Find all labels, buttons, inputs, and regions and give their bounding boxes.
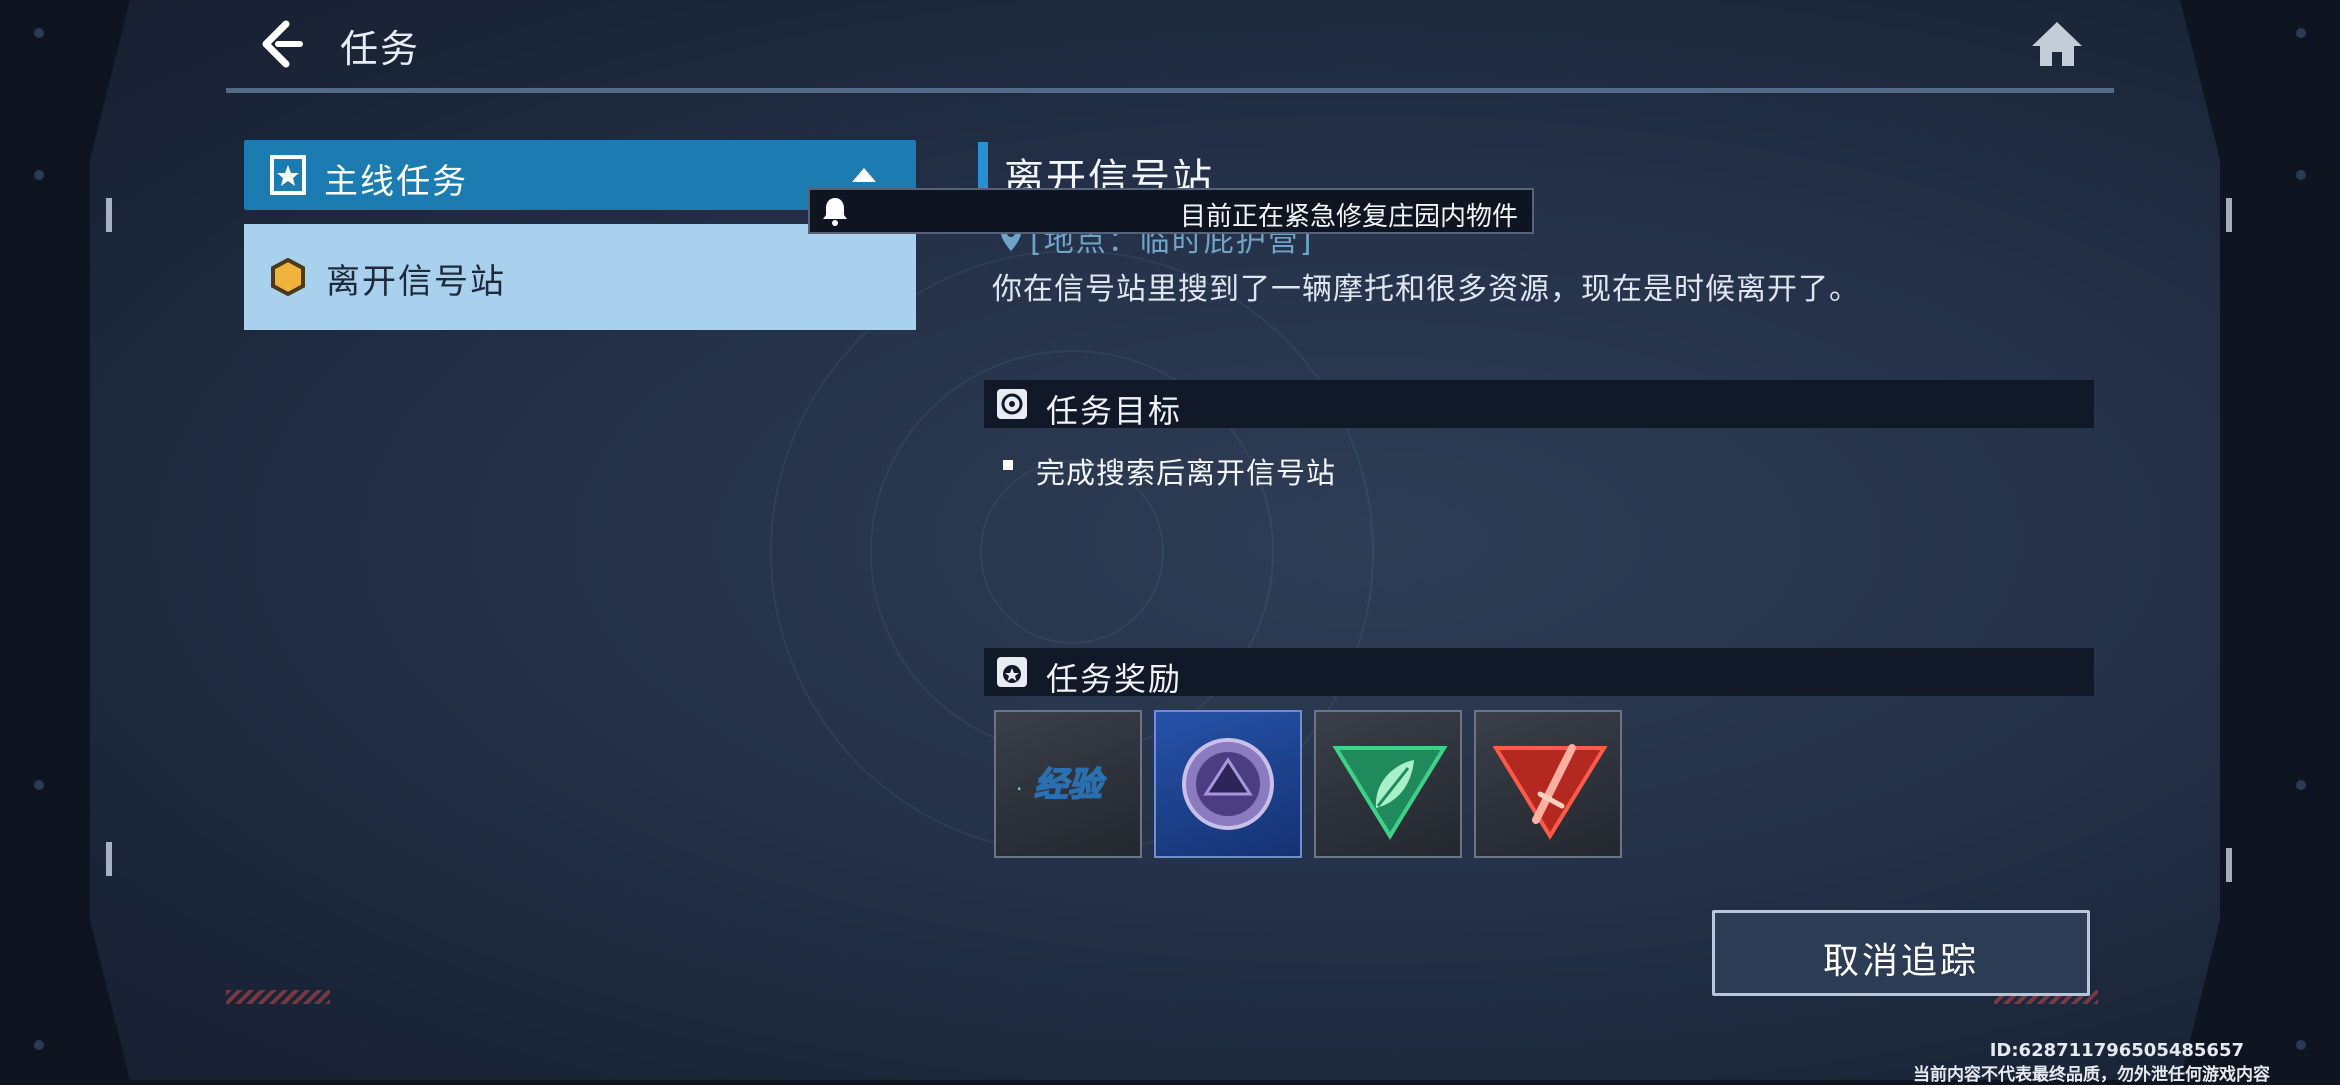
decorative-stripes (226, 990, 330, 1004)
frame-tick (106, 842, 112, 876)
frame-dot (2296, 28, 2306, 38)
medal-icon (996, 656, 1028, 688)
frame-dot (34, 1040, 44, 1050)
header-divider (226, 88, 2114, 93)
target-icon (996, 388, 1028, 420)
frame-dot (2296, 170, 2306, 180)
page-title: 任务 (340, 27, 421, 71)
home-icon[interactable] (2030, 18, 2084, 70)
frame-tick (106, 198, 112, 232)
reward-item-sword[interactable] (1474, 710, 1622, 858)
red-sword-triangle-icon (1492, 744, 1608, 840)
svg-text:·: · (1016, 777, 1022, 801)
top-bar: 任务 (226, 0, 2114, 96)
watermark-note: 当前内容不代表最终品质，勿外泄任何游戏内容 (1913, 1065, 2270, 1085)
exp-icon: 经验 · (1016, 764, 1108, 806)
quest-category-label: 主线任务 (324, 162, 468, 202)
bookmark-star-icon (270, 155, 306, 195)
quest-description: 你在信号站里搜到了一辆摩托和很多资源，现在是时候离开了。 (992, 272, 1860, 307)
cancel-tracking-button[interactable]: 取消追踪 (1712, 910, 2090, 996)
frame-dot (2296, 1040, 2306, 1050)
rewards-section-header: 任务奖励 (984, 648, 2094, 698)
reward-item-exp[interactable]: 经验 · (994, 710, 1142, 858)
frame-dot (2296, 780, 2306, 790)
rewards-section-label: 任务奖励 (1046, 660, 1183, 698)
purple-coin-icon (1182, 738, 1274, 830)
cancel-tracking-label: 取消追踪 (1822, 941, 1979, 982)
frame-tick (2226, 848, 2232, 882)
frame-tick (2226, 198, 2232, 232)
svg-text:经验: 经验 (1034, 765, 1107, 805)
notification-text: 目前正在紧急修复庄园内物件 (1180, 202, 1519, 232)
objectives-section-label: 任务目标 (1046, 392, 1183, 430)
objective-item: 完成搜索后离开信号站 (1036, 456, 1337, 490)
objective-bullet (1003, 460, 1013, 470)
watermark-id: ID:628711796505485657 (1989, 1040, 2244, 1061)
frame-dot (34, 780, 44, 790)
frame-dot (34, 170, 44, 180)
notification-banner: 目前正在紧急修复庄园内物件 (808, 188, 1534, 234)
collapse-arrow-icon[interactable] (852, 168, 876, 182)
quest-item-label: 离开信号站 (326, 262, 506, 302)
green-leaf-triangle-icon (1332, 746, 1448, 840)
quest-list-item[interactable]: 离开信号站 (244, 224, 916, 330)
reward-item-leaf[interactable] (1314, 710, 1462, 858)
bell-icon (820, 195, 850, 227)
back-arrow-icon[interactable] (256, 18, 312, 70)
objectives-section-header: 任务目标 (984, 380, 2094, 430)
frame-dot (34, 28, 44, 38)
reward-item-coin[interactable] (1154, 710, 1302, 858)
hexagon-icon (270, 257, 306, 297)
